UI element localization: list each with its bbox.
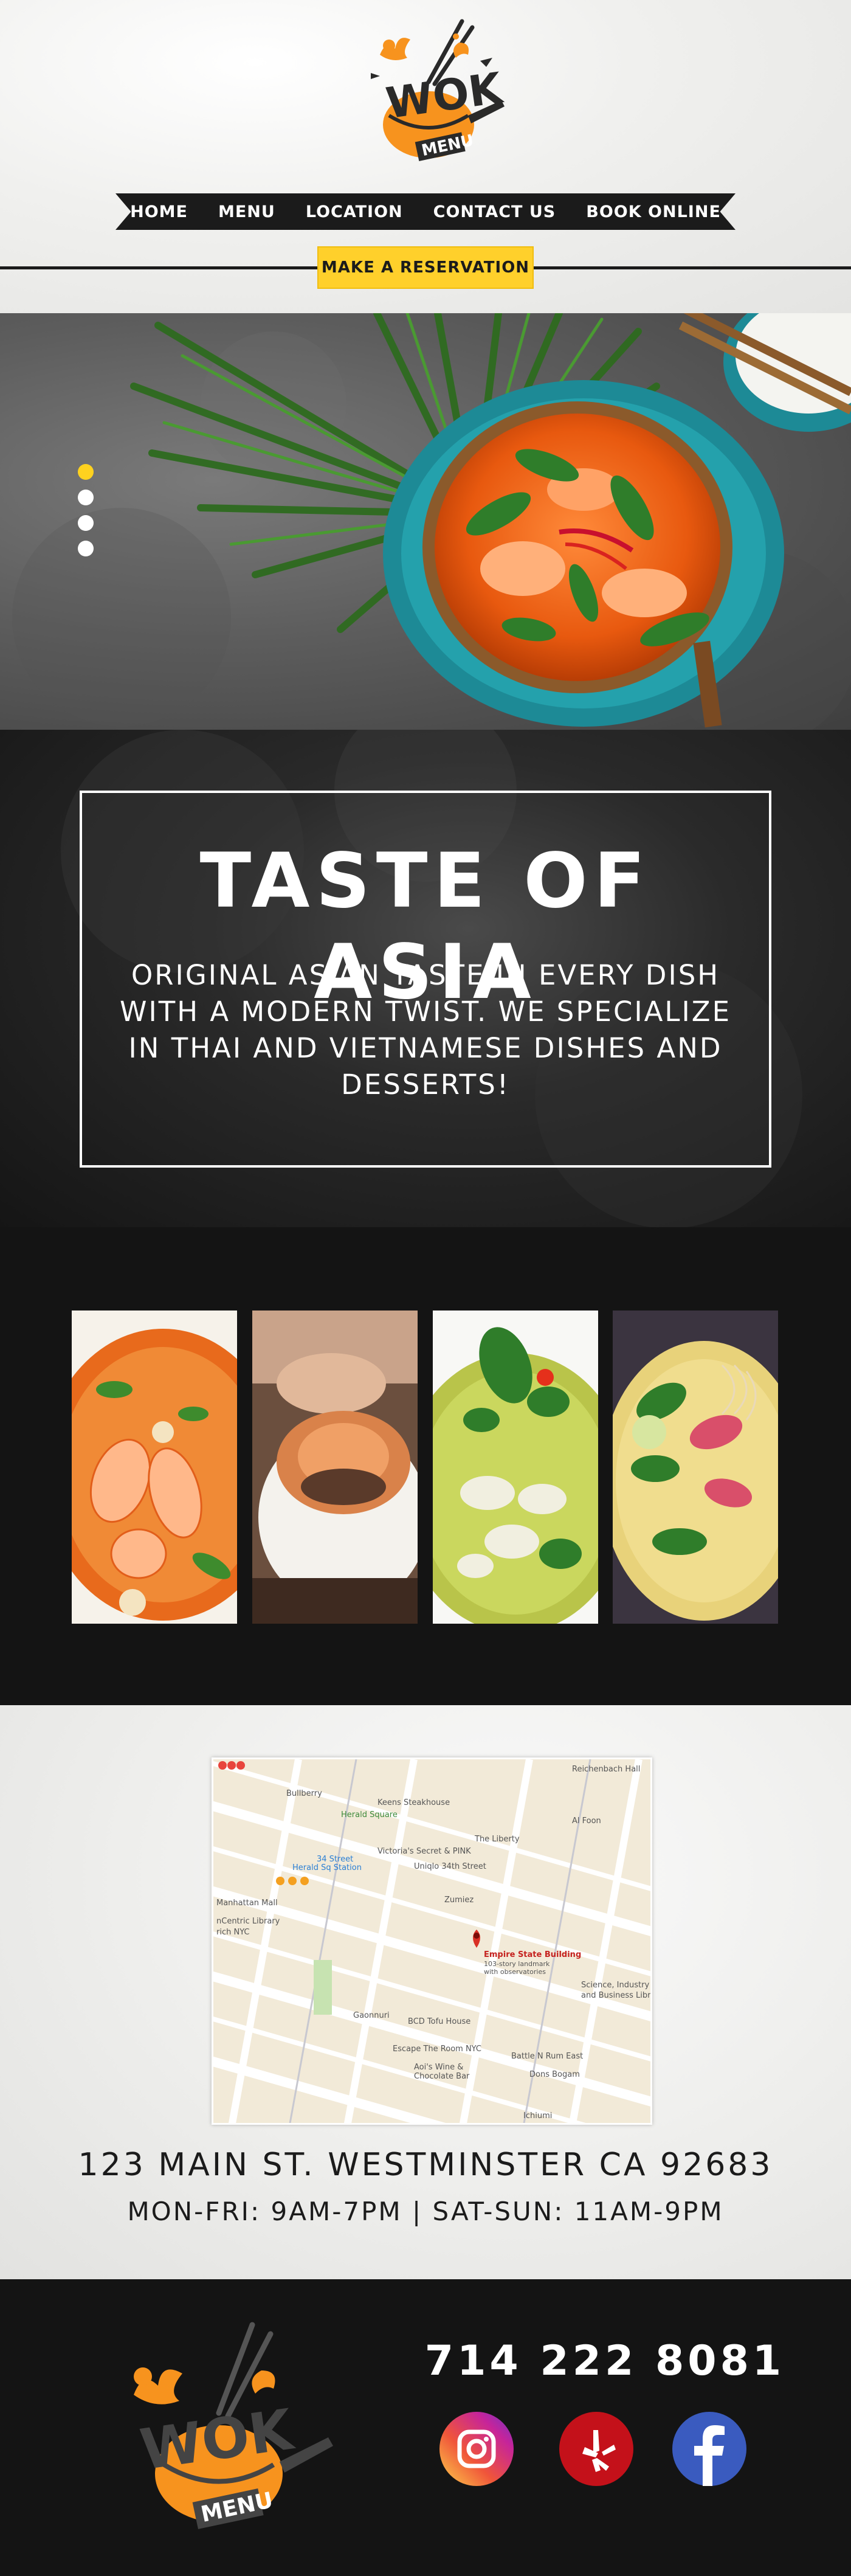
facebook-link[interactable] (672, 2412, 746, 2486)
yelp-icon (559, 2412, 633, 2486)
wok-logo-icon: WOK MENU (371, 19, 506, 161)
gallery-photo-pho[interactable] (613, 1311, 778, 1624)
wok-menu-logo[interactable]: WOK MENU (337, 18, 520, 176)
map-label: Aoi's Wine & (414, 2063, 463, 2072)
map-label: Victoria's Secret & PINK (377, 1847, 471, 1856)
facebook-icon (672, 2412, 746, 2486)
nav-contact-us[interactable]: CONTACT US (418, 203, 571, 221)
map-label: Chocolate Bar (414, 2072, 470, 2081)
slide-dot-4[interactable] (78, 541, 94, 556)
map-label: BCD Tofu House (408, 2017, 470, 2026)
slide-dot-1[interactable] (78, 464, 94, 480)
map-label: 103-story landmark (484, 1960, 550, 1968)
map-label: Science, Industry (581, 1981, 649, 1990)
instagram-icon (439, 2412, 514, 2486)
about-frame: TASTE OF ASIA ORIGINAL ASIAN TASTE IN EV… (80, 791, 771, 1168)
gallery-photo-shrimp-soup[interactable] (72, 1311, 237, 1624)
map-label: Bullberry (286, 1789, 322, 1798)
main-nav: HOME MENU LOCATION CONTACT US BOOK ONLIN… (115, 193, 736, 230)
footer-logo[interactable]: WOK MENU (97, 2322, 353, 2541)
map-label: Dons Bogam (529, 2070, 580, 2079)
map-label: Keens Steakhouse (377, 1798, 450, 1807)
map-label: rich NYC (216, 1928, 250, 1937)
make-reservation-button[interactable]: MAKE A RESERVATION (317, 246, 534, 289)
location-section: Reichenbach Hall Bullberry Keens Steakho… (0, 1705, 851, 2279)
location-map[interactable]: Reichenbach Hall Bullberry Keens Steakho… (212, 1757, 652, 2125)
nav-book-online[interactable]: BOOK ONLINE (571, 203, 736, 221)
map-label: Ichiumi (523, 2111, 552, 2121)
site-header: WOK MENU HOME MENU LOCATION CONTACT US B… (0, 0, 851, 313)
nav-menu[interactable]: MENU (203, 203, 291, 221)
site-footer: WOK MENU 714 222 8081 (0, 2279, 851, 2576)
wok-footer-logo-icon: WOK MENU (134, 2322, 333, 2529)
map-label-esb: Empire State Building (484, 1950, 581, 1959)
food-gallery (0, 1227, 851, 1705)
gallery-photo-shrimp-rice[interactable] (252, 1311, 418, 1624)
slider-dots (78, 464, 95, 561)
map-image: Reichenbach Hall Bullberry Keens Steakho… (213, 1759, 652, 2123)
map-label: and Business Library (581, 1991, 652, 2000)
about-section: TASTE OF ASIA ORIGINAL ASIAN TASTE IN EV… (0, 730, 851, 1227)
phone-number[interactable]: 714 222 8081 (419, 2337, 790, 2385)
shrimp-soup-image (72, 1311, 237, 1624)
slide-dot-2[interactable] (78, 490, 94, 505)
map-label: The Liberty (474, 1835, 520, 1844)
red-curry-hero-image (12, 313, 851, 730)
shrimp-rice-image (252, 1311, 418, 1624)
reservation-label: MAKE A RESERVATION (321, 258, 530, 277)
map-label: Uniqlo 34th Street (414, 1862, 486, 1871)
map-label: nCentric Library (216, 1917, 280, 1926)
nav-home[interactable]: HOME (115, 203, 203, 221)
map-label: 34 Street (317, 1855, 353, 1864)
map-label: Al Foon (572, 1816, 601, 1826)
map-label: Herald Sq Station (292, 1863, 362, 1872)
map-label: Manhattan Mall (216, 1899, 278, 1908)
nav-items: HOME MENU LOCATION CONTACT US BOOK ONLIN… (115, 193, 736, 230)
logo-wok-text: WOK (383, 63, 506, 128)
map-label: Gaonnuri (353, 2011, 390, 2020)
opening-hours: MON-FRI: 9AM-7PM | SAT-SUN: 11AM-9PM (127, 2197, 724, 2226)
map-label: Reichenbach Hall (572, 1765, 640, 1774)
map-label: Escape The Room NYC (393, 2045, 481, 2054)
about-description: ORIGINAL ASIAN TASTE IN EVERY DISH WITH … (119, 959, 732, 1101)
map-label: Battle N Rum East (511, 2052, 583, 2061)
map-label: Zumiez (444, 1896, 474, 1905)
map-label: Herald Square (341, 1810, 398, 1819)
nav-location[interactable]: LOCATION (291, 203, 418, 221)
gallery-photo-green-curry[interactable] (433, 1311, 598, 1624)
green-curry-image (433, 1311, 598, 1624)
slide-dot-3[interactable] (78, 515, 94, 531)
instagram-link[interactable] (439, 2412, 514, 2486)
yelp-link[interactable] (559, 2412, 633, 2486)
street-address: 123 MAIN ST. WESTMINSTER CA 92683 (78, 2147, 773, 2183)
hero-slider (0, 313, 851, 730)
pho-image (613, 1311, 778, 1624)
map-label: with observatories (484, 1968, 546, 1976)
